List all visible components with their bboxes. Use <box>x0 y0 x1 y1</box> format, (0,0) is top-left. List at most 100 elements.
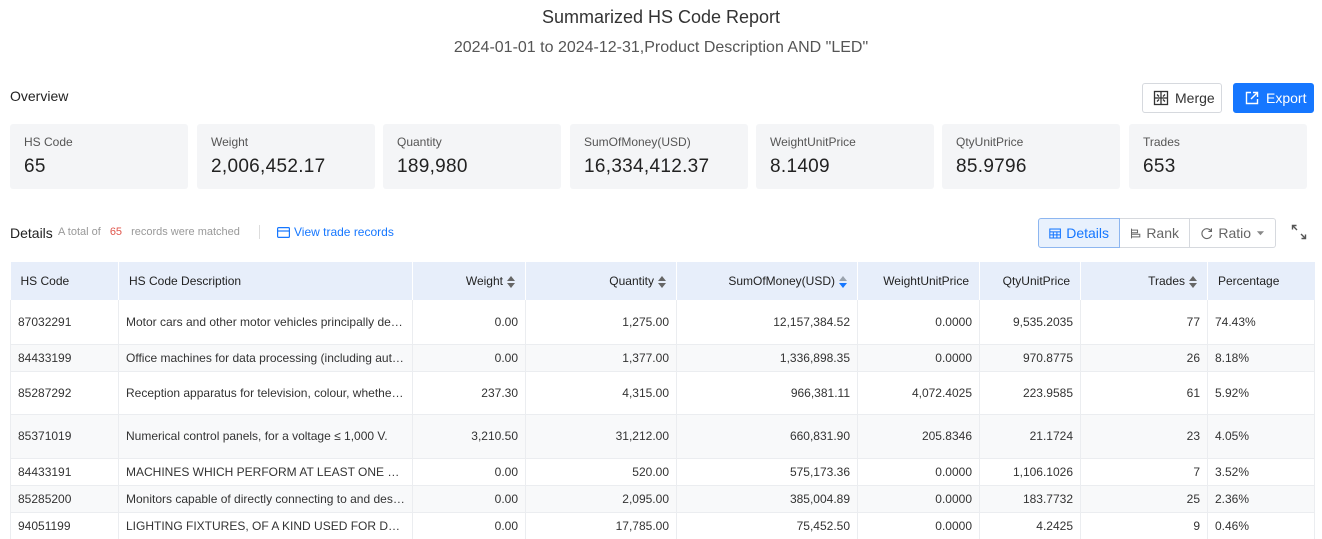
column-header-qty-unit-price: QtyUnitPrice <box>979 262 1081 300</box>
cell-qty-unit-price: 21.1724 <box>979 414 1081 459</box>
table-row[interactable]: 84433199 Office machines for data proces… <box>10 344 1315 372</box>
sort-icon[interactable] <box>658 275 666 288</box>
stat-card-quantity: Quantity 189,980 <box>383 124 561 189</box>
tab-details[interactable]: Details <box>1038 218 1120 248</box>
stat-label: Weight <box>211 135 249 149</box>
column-header-sum-of-money[interactable]: SumOfMoney(USD) <box>676 262 858 300</box>
cell-qty-unit-price: 970.8775 <box>979 344 1081 372</box>
cell-hs-code[interactable]: 85287292 <box>10 371 119 415</box>
cell-weight: 0.00 <box>412 344 526 372</box>
table-row[interactable]: 94051199 LIGHTING FIXTURES, OF A KIND US… <box>10 512 1315 539</box>
column-header-hs-code[interactable]: HS Code <box>10 262 119 300</box>
sort-icon[interactable] <box>1189 275 1197 288</box>
table-row[interactable]: 87032291 Motor cars and other motor vehi… <box>10 300 1315 345</box>
cell-percentage: 0.46% <box>1207 512 1315 539</box>
tab-rank-label: Rank <box>1146 225 1179 241</box>
stat-value: 653 <box>1143 156 1176 177</box>
cell-weight: 0.00 <box>412 458 526 486</box>
column-header-trades[interactable]: Trades <box>1080 262 1208 300</box>
stat-label: HS Code <box>24 135 73 149</box>
cell-percentage: 8.18% <box>1207 344 1315 372</box>
stat-value: 85.9796 <box>956 156 1027 177</box>
cell-description: Reception apparatus for television, colo… <box>118 371 413 415</box>
cell-weight-unit-price: 0.0000 <box>857 344 980 372</box>
sort-icon[interactable] <box>507 275 515 288</box>
details-heading: Details <box>10 225 53 241</box>
view-trade-records-link[interactable]: View trade records <box>277 225 394 239</box>
column-header-weight[interactable]: Weight <box>412 262 526 300</box>
cell-weight-unit-price: 0.0000 <box>857 458 980 486</box>
cell-trades: 25 <box>1080 485 1208 513</box>
stat-card-trades: Trades 653 <box>1129 124 1307 189</box>
cell-qty-unit-price: 1,106.1026 <box>979 458 1081 486</box>
cell-hs-code[interactable]: 85285200 <box>10 485 119 513</box>
cell-percentage: 2.36% <box>1207 485 1315 513</box>
cell-quantity: 4,315.00 <box>525 371 677 415</box>
cell-description: Motor cars and other motor vehicles prin… <box>118 300 413 345</box>
cell-qty-unit-price: 223.9585 <box>979 371 1081 415</box>
stat-card-qty-unit-price: QtyUnitPrice 85.9796 <box>942 124 1120 189</box>
table-row[interactable]: 85371019 Numerical control panels, for a… <box>10 414 1315 459</box>
stat-card-weight-unit-price: WeightUnitPrice 8.1409 <box>756 124 934 189</box>
cell-hs-code[interactable]: 84433199 <box>10 344 119 372</box>
tab-ratio-label: Ratio <box>1218 225 1252 241</box>
sort-desc-icon[interactable] <box>839 275 847 288</box>
records-matched-note: A total of 65 records were matched <box>58 226 240 238</box>
cell-weight-unit-price: 0.0000 <box>857 300 980 345</box>
merge-label: Merge <box>1175 90 1215 106</box>
cell-hs-code[interactable]: 87032291 <box>10 300 119 345</box>
table-row[interactable]: 85285200 Monitors capable of directly co… <box>10 485 1315 513</box>
cell-trades: 7 <box>1080 458 1208 486</box>
hs-code-table: HS Code HS Code Description Weight Quant… <box>10 262 1315 539</box>
column-header-percentage: Percentage <box>1218 274 1280 288</box>
cell-sum-of-money: 575,173.36 <box>676 458 858 486</box>
table-row[interactable]: 84433191 MACHINES WHICH PERFORM AT LEAST… <box>10 458 1315 486</box>
merge-icon <box>1153 90 1169 106</box>
cell-weight-unit-price: 0.0000 <box>857 485 980 513</box>
cell-weight: 0.00 <box>412 485 526 513</box>
cell-trades: 61 <box>1080 371 1208 415</box>
cell-hs-code[interactable]: 84433191 <box>10 458 119 486</box>
stat-label: SumOfMoney(USD) <box>584 135 691 149</box>
stat-label: Trades <box>1143 135 1180 149</box>
rank-icon <box>1131 228 1141 238</box>
cell-quantity: 1,275.00 <box>525 300 677 345</box>
stat-label: WeightUnitPrice <box>770 135 856 149</box>
cell-trades: 23 <box>1080 414 1208 459</box>
cell-quantity: 520.00 <box>525 458 677 486</box>
cell-description: MACHINES WHICH PERFORM AT LEAST ONE OF T… <box>118 458 413 486</box>
caret-down-icon <box>1256 231 1265 236</box>
merge-button[interactable]: Merge <box>1142 83 1222 113</box>
cell-weight: 0.00 <box>412 512 526 539</box>
column-header-quantity[interactable]: Quantity <box>525 262 677 300</box>
cell-sum-of-money: 660,831.90 <box>676 414 858 459</box>
cell-weight: 0.00 <box>412 300 526 345</box>
refresh-icon <box>1201 227 1213 239</box>
cell-trades: 26 <box>1080 344 1208 372</box>
cell-sum-of-money: 75,452.50 <box>676 512 858 539</box>
cell-quantity: 31,212.00 <box>525 414 677 459</box>
cell-description: LIGHTING FIXTURES, OF A KIND USED FOR DO… <box>118 512 413 539</box>
cell-weight-unit-price: 0.0000 <box>857 512 980 539</box>
cell-trades: 9 <box>1080 512 1208 539</box>
table-icon <box>1049 227 1061 239</box>
tab-rank[interactable]: Rank <box>1120 218 1190 248</box>
table-row[interactable]: 85287292 Reception apparatus for televis… <box>10 371 1315 415</box>
cell-percentage: 74.43% <box>1207 300 1315 345</box>
stat-card-weight: Weight 2,006,452.17 <box>197 124 375 189</box>
cell-hs-code[interactable]: 94051199 <box>10 512 119 539</box>
cell-weight-unit-price: 4,072.4025 <box>857 371 980 415</box>
stat-value: 16,334,412.37 <box>584 156 710 177</box>
view-mode-switch: Details Rank Ratio <box>1038 218 1276 248</box>
cell-weight-unit-price: 205.8346 <box>857 414 980 459</box>
tab-details-label: Details <box>1066 225 1109 241</box>
stat-value: 65 <box>24 156 46 177</box>
cell-quantity: 2,095.00 <box>525 485 677 513</box>
stat-label: Quantity <box>397 135 442 149</box>
cell-hs-code[interactable]: 85371019 <box>10 414 119 459</box>
cell-weight: 237.30 <box>412 371 526 415</box>
tab-ratio[interactable]: Ratio <box>1190 218 1276 248</box>
fullscreen-icon[interactable] <box>1291 224 1307 240</box>
view-trade-records-label: View trade records <box>294 225 394 239</box>
export-button[interactable]: Export <box>1233 83 1314 113</box>
